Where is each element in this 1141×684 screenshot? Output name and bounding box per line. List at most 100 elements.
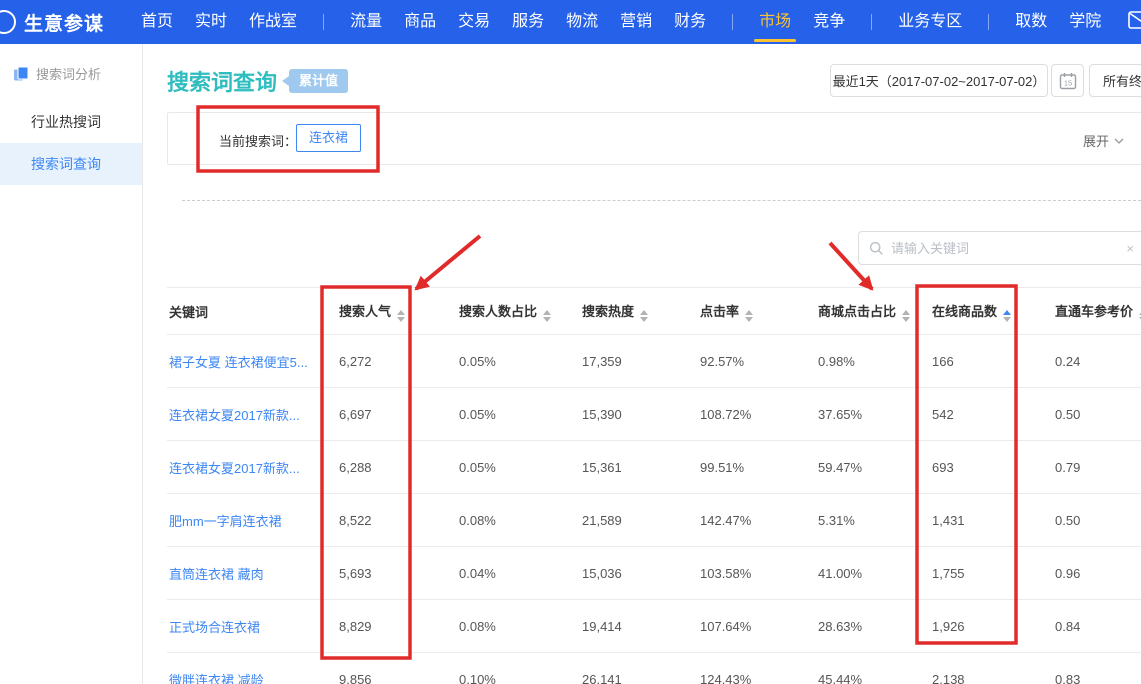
sort-icon-click-rate[interactable] [745,310,753,322]
value-cell-mall-click-ratio: 41.00% [816,547,930,600]
calendar-picker-button[interactable]: 15 [1051,64,1084,97]
nav-item-academy[interactable]: 学院 [1069,0,1101,44]
nav-item-logistics[interactable]: 物流 [566,0,598,44]
clear-search-icon[interactable]: × [1126,242,1134,255]
column-header-label-search-heat: 搜索热度 [582,304,634,319]
cumulative-value-badge: 累计值 [289,69,348,93]
value-cell-search-popularity: 8,829 [337,600,457,653]
nav-item-finance[interactable]: 财务 [674,0,706,44]
nav-item-service[interactable]: 服务 [512,0,544,44]
table-row: 连衣裙女夏2017新款...6,6970.05%15,390108.72%37.… [167,388,1141,441]
sort-icon-search-heat[interactable] [640,310,648,322]
value-cell-searcher-ratio: 0.08% [457,600,580,653]
sidebar-section-search-word-analysis: 搜索词分析 [0,44,142,83]
sort-icon-online-products[interactable] [1003,310,1011,322]
sort-down-triangle [902,317,910,322]
value-cell-mall-click-ratio: 5.31% [816,494,930,547]
keyword-cell: 微胖连衣裙 减龄 [167,653,337,684]
column-header-label-ztc-ref-price: 直通车参考价 [1055,304,1133,319]
dashed-separator [182,200,1141,201]
main-content: 搜索词查询 累计值 最近1天（2017-07-02~2017-07-02） 15… [143,44,1141,684]
date-range-selector[interactable]: 最近1天（2017-07-02~2017-07-02） [830,64,1048,97]
value-cell-search-popularity: 6,272 [337,335,457,388]
value-cell-ztc-ref-price: 0.24 [1053,335,1141,388]
nav-item-marketing[interactable]: 营销 [620,0,652,44]
keyword-search-box: × [858,231,1141,265]
value-cell-mall-click-ratio: 0.98% [816,335,930,388]
value-cell-search-popularity: 6,288 [337,441,457,494]
table-row: 肥mm一字肩连衣裙8,5220.08%21,589142.47%5.31%1,4… [167,494,1141,547]
table-header-row: 关键词 搜索人气搜索人数占比搜索热度 点击率商城点击占比在线商品数直通车参考价 [167,288,1141,335]
nav-divider [732,14,733,30]
column-header-mall-click-ratio[interactable]: 商城点击占比 [816,288,930,335]
keyword-link[interactable]: 正式场合连衣裙 [169,620,260,635]
keyword-link[interactable]: 连衣裙女夏2017新款... [169,408,300,423]
nav-item-market[interactable]: 市场 [759,0,791,44]
value-cell-click-rate: 142.47% [698,494,816,547]
table-row: 微胖连衣裙 减龄9,8560.10%26,141124.43%45.44%2,1… [167,653,1141,684]
value-cell-ztc-ref-price: 0.96 [1053,547,1141,600]
terminal-filter-dropdown[interactable]: 所有终端 [1089,64,1141,97]
value-cell-online-products: 166 [930,335,1053,388]
sort-up-triangle [640,310,648,315]
keyword-search-input[interactable] [891,241,1119,256]
logo[interactable]: 生意参谋 [10,9,104,36]
table-row: 直筒连衣裙 藏肉5,6930.04%15,036103.58%41.00%1,7… [167,547,1141,600]
value-cell-click-rate: 92.57% [698,335,816,388]
column-header-label-keyword: 关键词 [169,305,208,320]
sidebar-item-search-word-query[interactable]: 搜索词查询 [0,143,142,185]
value-cell-search-heat: 15,361 [580,441,698,494]
mail-icon[interactable] [1128,11,1141,34]
nav-item-product[interactable]: 商品 [404,0,436,44]
value-cell-ztc-ref-price: 0.84 [1053,600,1141,653]
sidebar: 搜索词分析 行业热搜词搜索词查询 [0,44,143,684]
column-header-searcher-ratio[interactable]: 搜索人数占比 [457,288,580,335]
value-cell-search-heat: 15,390 [580,388,698,441]
value-cell-ztc-ref-price: 0.50 [1053,494,1141,547]
value-cell-search-heat: 26,141 [580,653,698,684]
column-header-search-popularity[interactable]: 搜索人气 [337,288,457,335]
chevron-down-icon [1114,138,1124,144]
column-header-ztc-ref-price[interactable]: 直通车参考价 [1053,288,1141,335]
sort-icon-searcher-ratio[interactable] [543,310,551,322]
keyword-link[interactable]: 肥mm一字肩连衣裙 [169,514,282,529]
value-cell-online-products: 1,926 [930,600,1053,653]
keyword-link[interactable]: 微胖连衣裙 减龄 [169,673,264,684]
nav-item-war-room[interactable]: 作战室 [249,0,297,44]
sidebar-item-industry-hot-words[interactable]: 行业热搜词 [0,101,142,143]
current-keyword-chip[interactable]: 连衣裙 [296,124,361,152]
current-search-word-panel: 当前搜索词： 连衣裙 展开 [167,112,1141,165]
nav-item-business-zone[interactable]: 业务专区 [898,0,962,44]
expand-label: 展开 [1083,131,1109,150]
column-header-search-heat[interactable]: 搜索热度 [580,288,698,335]
nav-item-trade[interactable]: 交易 [458,0,490,44]
keyword-cell: 连衣裙女夏2017新款... [167,388,337,441]
keyword-cell: 肥mm一字肩连衣裙 [167,494,337,547]
column-header-online-products[interactable]: 在线商品数 [930,288,1053,335]
nav-item-realtime[interactable]: 实时 [195,0,227,44]
value-cell-searcher-ratio: 0.05% [457,441,580,494]
expand-toggle[interactable]: 展开 [1083,131,1124,150]
value-cell-search-popularity: 6,697 [337,388,457,441]
value-cell-ztc-ref-price: 0.50 [1053,388,1141,441]
sort-icon-mall-click-ratio[interactable] [902,310,910,322]
value-cell-online-products: 693 [930,441,1053,494]
nav-divider [988,14,989,30]
sort-up-triangle [902,310,910,315]
column-header-click-rate[interactable]: 点击率 [698,288,816,335]
svg-text:15: 15 [1063,78,1071,87]
current-search-word-label: 当前搜索词： [219,131,297,150]
nav-item-traffic[interactable]: 流量 [350,0,382,44]
keyword-link[interactable]: 连衣裙女夏2017新款... [169,461,300,476]
nav-item-home[interactable]: 首页 [141,0,173,44]
value-cell-click-rate: 99.51% [698,441,816,494]
logo-circle-icon [0,10,16,34]
sort-up-triangle [745,310,753,315]
keyword-link[interactable]: 直筒连衣裙 藏肉 [169,567,264,582]
value-cell-ztc-ref-price: 0.79 [1053,441,1141,494]
value-cell-searcher-ratio: 0.05% [457,388,580,441]
sort-icon-search-popularity[interactable] [397,310,405,322]
nav-item-competition[interactable]: 竞争 [813,0,845,44]
nav-item-data-fetch[interactable]: 取数 [1015,0,1047,44]
keyword-link[interactable]: 裙子女夏 连衣裙便宜5... [169,355,308,370]
